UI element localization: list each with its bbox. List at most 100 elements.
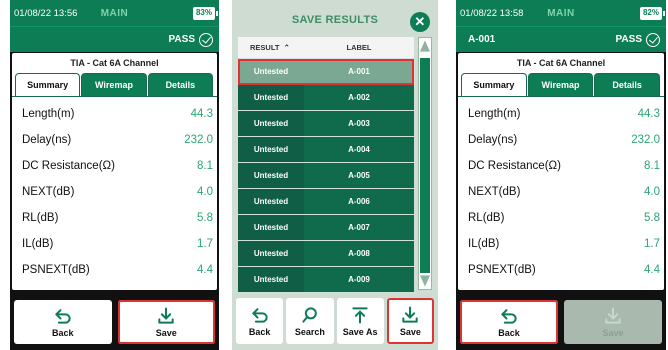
search-label: Search [294,327,325,337]
tab-details[interactable]: Details [594,73,661,96]
list-item: Delay(ns) 232.0 [22,127,213,153]
back-button[interactable]: Back [460,300,558,344]
measurement-label: IL(dB) [468,238,500,250]
test-title: TIA - Cat 6A Channel [70,58,159,68]
battery-indicator: 83% [192,6,219,20]
measurement-value: 8.1 [197,160,213,172]
back-label: Back [51,328,74,338]
back-label: Back [498,328,520,338]
back-button[interactable]: Back [236,298,284,344]
back-arrow-icon [501,309,517,324]
table-header: RESULT ⌃ LABEL [238,37,414,59]
save-label: Save [155,328,177,338]
measurement-value: 4.0 [197,186,213,198]
summary-screen-after-save: 01/08/22 13:58 MAIN 82% A-001 PASS TIA -… [456,0,666,350]
measurement-label: Length(m) [468,108,521,120]
scroll-thumb[interactable] [420,58,430,273]
result-cell: Untested [238,111,304,136]
save-results-dialog: SAVE RESULTS ✕ RESULT ⌃ LABEL Untested A-… [232,0,438,350]
table-row[interactable]: Untested A-005 [238,163,414,189]
search-icon [302,307,317,323]
test-title: TIA - Cat 6A Channel [516,58,606,68]
tab-summary[interactable]: Summary [15,73,81,96]
save-button[interactable]: Save [386,298,434,344]
pass-status: PASS [168,34,196,45]
label-cell: A-006 [304,189,414,214]
result-cell: Untested [238,85,304,110]
measurement-value: 232.0 [631,134,660,146]
table-row[interactable]: Untested A-006 [238,189,414,215]
scroll-up-icon[interactable] [420,40,430,52]
save-button[interactable]: Save [117,300,215,344]
status-bar: 01/08/22 13:56 MAIN 83% [10,0,219,26]
measurement-label: RL(dB) [468,212,505,224]
tab-wiremap[interactable]: Wiremap [81,73,147,96]
label-cell: A-007 [304,215,414,240]
save-as-label: Save As [342,327,378,337]
result-cell: Untested [238,241,304,266]
list-item: Length(m) 44.3 [22,101,213,127]
list-item: NEXT(dB) 4.0 [22,179,213,205]
label-cell: A-001 [304,59,414,84]
table-row[interactable]: Untested A-007 [238,215,414,241]
save-button-disabled[interactable]: Save [564,300,662,344]
column-header-label[interactable]: LABEL [304,43,414,52]
upload-icon [352,307,368,324]
back-arrow-icon [251,308,268,323]
save-as-button[interactable]: Save As [336,298,384,344]
sort-ascending-icon: ⌃ [283,43,290,52]
back-button[interactable]: Back [14,300,112,344]
result-tabs: Summary Wiremap Details [12,73,217,97]
label-cell: A-009 [304,267,414,292]
close-icon: ✕ [414,14,426,29]
result-label: A-001 [468,34,496,45]
list-item: IL(dB) 1.7 [22,231,213,257]
measurement-label: Delay(ns) [468,134,518,146]
download-icon [158,307,174,324]
measurement-label: DC Resistance(Ω) [468,160,561,172]
dialog-title-bar: SAVE RESULTS ✕ [232,0,438,40]
tab-wiremap[interactable]: Wiremap [527,73,594,96]
check-circle-icon [646,32,660,47]
summary-list: Length(m) 44.3 Delay(ns) 232.0 DC Resistan… [12,97,217,283]
measurement-label: IL(dB) [22,238,54,250]
result-cell: Untested [238,137,304,162]
measurement-value: 44.3 [190,108,213,120]
scroll-down-icon[interactable] [420,275,430,287]
table-row[interactable]: Untested A-002 [238,85,414,111]
measurement-label: RL(dB) [22,212,59,224]
list-item: IL(dB) 1.7 [468,231,660,257]
tab-summary[interactable]: Summary [461,73,527,96]
list-item: PSNEXT(dB) 4.4 [22,257,213,283]
results-table: RESULT ⌃ LABEL Untested A-001 Untested A-0… [238,37,414,293]
back-label: Back [248,327,271,337]
datetime: 01/08/22 13:56 [14,7,78,19]
table-row-selected[interactable]: Untested A-001 [238,59,414,85]
table-row[interactable]: Untested A-004 [238,137,414,163]
back-arrow-icon [55,309,71,324]
summary-list: Length(m) 44.3 Delay(ns) 232.0 DC Resistan… [458,97,664,283]
measurement-value: 4.4 [197,264,213,276]
table-row[interactable]: Untested A-003 [238,111,414,137]
status-bar: 01/08/22 13:58 MAIN 82% [456,0,666,26]
table-row[interactable]: Untested A-008 [238,241,414,267]
measurement-value: 4.0 [644,186,660,198]
search-button[interactable]: Search [286,298,334,344]
measurement-value: 4.4 [644,264,660,276]
label-cell: A-003 [304,111,414,136]
list-item: DC Resistance(Ω) 8.1 [22,153,213,179]
table-row[interactable]: Untested A-009 [238,267,414,293]
measurement-label: Length(m) [22,108,75,120]
label-cell: A-002 [304,85,414,110]
scrollbar[interactable] [418,37,432,290]
save-label: Save [399,327,421,337]
measurement-value: 1.7 [644,238,660,250]
column-header-result[interactable]: RESULT ⌃ [238,43,304,52]
label-cell: A-008 [304,241,414,266]
measurement-value: 1.7 [197,238,213,250]
close-button[interactable]: ✕ [410,12,430,32]
list-item: RL(dB) 5.8 [22,205,213,231]
list-item: RL(dB) 5.8 [468,205,660,231]
pass-status: PASS [615,34,643,45]
tab-details[interactable]: Details [147,73,213,96]
